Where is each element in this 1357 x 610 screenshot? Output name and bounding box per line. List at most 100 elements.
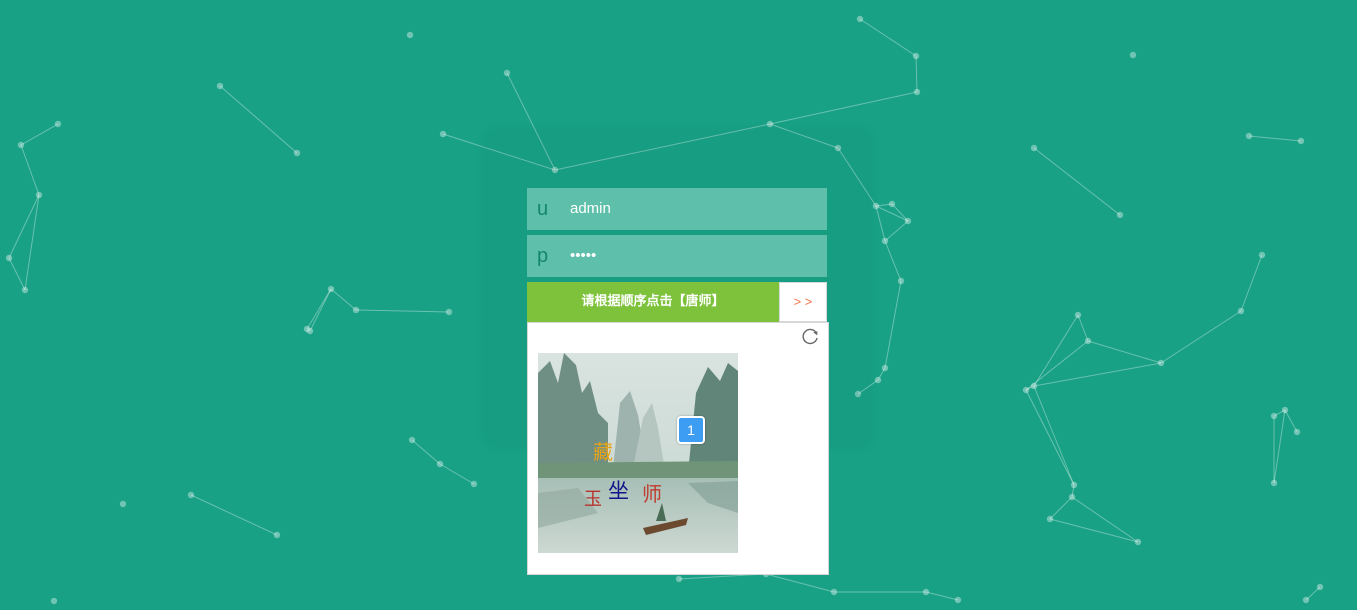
particle-dot <box>766 120 774 128</box>
particle-dot <box>17 141 25 149</box>
captcha-bar: 请根据顺序点击【唐师】 > > <box>527 282 827 322</box>
particle-dot <box>1245 132 1253 140</box>
particle-dot <box>1129 51 1137 59</box>
particle-dot <box>439 130 447 138</box>
particle-dot <box>1134 538 1142 546</box>
particle-link <box>1087 340 1162 364</box>
particle-dot <box>352 306 360 314</box>
particle-link <box>411 439 441 465</box>
particle-dot <box>5 254 13 262</box>
particle-link <box>925 591 959 601</box>
captcha-char-3[interactable]: 坐 <box>608 475 629 505</box>
particle-dot <box>1030 382 1038 390</box>
particle-dot <box>445 308 453 316</box>
particle-dot <box>675 575 683 583</box>
particle-dot <box>306 327 314 335</box>
particle-dot <box>830 588 838 596</box>
particle-dot <box>922 588 930 596</box>
particle-link <box>875 205 886 242</box>
captcha-image[interactable]: 藏 玉 坐 师 1 <box>538 353 738 553</box>
particle-link <box>1025 389 1075 486</box>
particle-dot <box>897 277 905 285</box>
particle-dot <box>327 285 335 293</box>
particle-link <box>20 123 59 146</box>
captcha-next-button[interactable]: > > <box>779 282 827 322</box>
particle-link <box>1033 147 1121 216</box>
captcha-char-2[interactable]: 玉 <box>584 485 602 511</box>
particle-dot <box>1157 359 1165 367</box>
particle-link <box>439 463 475 485</box>
particle-link <box>1248 135 1302 142</box>
particle-dot <box>1270 479 1278 487</box>
particle-dot <box>1022 386 1030 394</box>
password-input[interactable]: ••••• <box>570 235 596 277</box>
particle-link <box>1077 314 1089 342</box>
particle-link <box>891 203 909 222</box>
particle-link <box>1049 496 1073 520</box>
captcha-prompt: 请根据顺序点击【唐师】 <box>527 282 779 322</box>
particle-dot <box>1046 515 1054 523</box>
particle-dot <box>187 491 195 499</box>
particle-dot <box>1302 596 1310 604</box>
particle-dot <box>50 597 58 605</box>
particle-link <box>1160 310 1242 364</box>
particle-link <box>1049 518 1139 543</box>
particle-dot <box>503 69 511 77</box>
particle-link <box>219 85 298 154</box>
particle-link <box>306 288 332 330</box>
particle-dot <box>888 200 896 208</box>
particle-dot <box>406 31 414 39</box>
particle-dot <box>954 596 962 604</box>
particle-dot <box>1258 251 1266 259</box>
particle-link <box>884 240 902 282</box>
particle-dot <box>35 191 43 199</box>
particle-link <box>1033 385 1075 486</box>
password-field[interactable]: p ••••• <box>527 235 827 277</box>
particle-link <box>859 18 917 57</box>
captcha-char-1[interactable]: 藏 <box>593 436 613 465</box>
particle-dot <box>293 149 301 157</box>
particle-link <box>190 494 278 536</box>
refresh-icon[interactable] <box>799 326 821 348</box>
particle-link <box>1284 409 1298 433</box>
particle-dot <box>872 202 880 210</box>
particle-link <box>1240 254 1263 312</box>
particle-dot <box>1297 137 1305 145</box>
particle-dot <box>54 120 62 128</box>
particle-dot <box>856 15 864 23</box>
username-field[interactable]: u admin <box>527 188 827 230</box>
particle-link <box>765 573 835 593</box>
particle-link <box>1033 362 1162 387</box>
particle-link <box>330 288 357 311</box>
particle-dot <box>470 480 478 488</box>
particle-dot <box>904 217 912 225</box>
particle-link <box>309 288 332 332</box>
particle-dot <box>1070 481 1078 489</box>
particle-link <box>1273 409 1286 484</box>
particle-link <box>915 55 918 93</box>
particle-link <box>1071 496 1139 543</box>
particle-dot <box>1074 311 1082 319</box>
particle-dot <box>216 82 224 90</box>
particle-dot <box>1316 583 1324 591</box>
particle-link <box>355 309 450 313</box>
particle-dot <box>1030 144 1038 152</box>
username-input[interactable]: admin <box>570 188 611 230</box>
particle-dot <box>1084 337 1092 345</box>
particle-dot <box>408 436 416 444</box>
particle-dot <box>436 460 444 468</box>
particle-dot <box>1270 412 1278 420</box>
particle-dot <box>874 376 882 384</box>
particle-dot <box>913 88 921 96</box>
particle-dot <box>1293 428 1301 436</box>
particle-dot <box>912 52 920 60</box>
particle-dot <box>1116 211 1124 219</box>
captcha-char-4[interactable]: 师 <box>642 478 662 507</box>
password-prefix: p <box>537 245 549 267</box>
particle-link <box>8 257 26 291</box>
particle-dot <box>1068 493 1076 501</box>
click-order-marker: 1 <box>677 416 705 444</box>
particle-link <box>769 91 918 125</box>
particle-link <box>1033 314 1079 387</box>
particle-link <box>875 205 909 222</box>
